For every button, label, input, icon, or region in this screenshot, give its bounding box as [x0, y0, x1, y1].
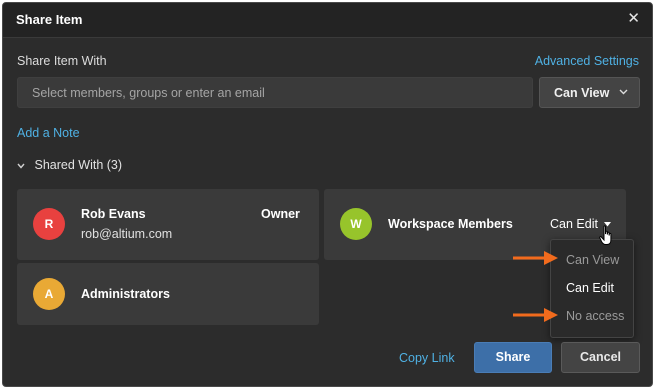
avatar: W: [340, 208, 372, 240]
member-name: Rob Evans: [81, 207, 146, 221]
copy-link-button[interactable]: Copy Link: [399, 351, 455, 365]
add-note-link[interactable]: Add a Note: [17, 126, 80, 140]
advanced-settings-link[interactable]: Advanced Settings: [535, 54, 639, 68]
menu-item-can-edit[interactable]: Can Edit: [566, 281, 614, 295]
chevron-down-icon: [17, 161, 28, 171]
member-card-administrators: A Administrators: [17, 263, 319, 325]
shared-with-toggle[interactable]: Shared With (3): [17, 158, 122, 172]
member-name: Administrators: [81, 287, 170, 301]
member-search-input[interactable]: Select members, groups or enter an email: [17, 77, 533, 108]
dialog-titlebar: Share Item ✕: [3, 3, 652, 38]
member-permission-value: Can Edit: [550, 217, 598, 231]
share-with-label: Share Item With: [17, 54, 107, 68]
avatar: A: [33, 278, 65, 310]
close-icon[interactable]: ✕: [627, 9, 640, 27]
shared-with-label: Shared With (3): [34, 158, 123, 172]
permission-dropdown[interactable]: Can View: [539, 77, 640, 108]
annotation-arrow-icon: [513, 251, 558, 265]
avatar: R: [33, 208, 65, 240]
share-button[interactable]: Share: [474, 342, 552, 373]
permission-value: Can View: [554, 86, 610, 100]
member-card-rob-evans: R Rob Evans rob@altium.com Owner: [17, 189, 319, 260]
chevron-down-icon: [619, 87, 628, 98]
owner-badge: Owner: [261, 207, 300, 221]
permission-menu: Can View Can Edit No access: [550, 239, 634, 338]
menu-item-can-view[interactable]: Can View: [566, 253, 619, 267]
share-dialog: Share Item ✕ Share Item With Advanced Se…: [2, 2, 653, 387]
hand-cursor-icon: [599, 225, 612, 245]
member-email: rob@altium.com: [81, 227, 173, 241]
dialog-title: Share Item: [16, 12, 83, 27]
member-name: Workspace Members: [388, 217, 513, 231]
cancel-button[interactable]: Cancel: [561, 342, 640, 373]
annotation-arrow-icon: [513, 308, 558, 322]
menu-item-no-access[interactable]: No access: [566, 309, 624, 323]
